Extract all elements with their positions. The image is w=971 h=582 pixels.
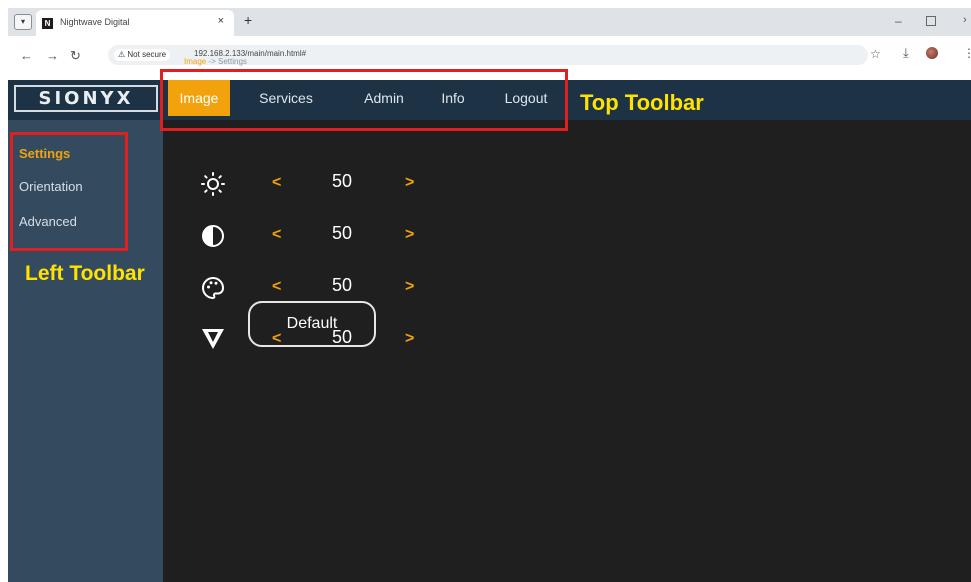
minimize-icon[interactable]: –	[895, 14, 902, 28]
brightness-decrease-button[interactable]: <	[272, 174, 281, 192]
site-favicon-icon: N	[42, 18, 53, 29]
bookmark-star-icon[interactable]: ☆	[870, 47, 881, 61]
reload-icon[interactable]: ↻	[70, 48, 81, 64]
contrast-increase-button[interactable]: >	[405, 226, 414, 244]
brightness-value: 50	[331, 171, 353, 191]
palette-increase-button[interactable]: >	[405, 278, 414, 296]
breadcrumb-settings: Settings	[218, 57, 247, 66]
forward-icon[interactable]: →	[46, 48, 59, 63]
gamma-increase-button[interactable]: >	[405, 330, 414, 348]
browser-tab-strip: ▾ N Nightwave Digital × + – ›	[8, 8, 971, 36]
sionyx-logo: SIONYX	[14, 85, 158, 112]
top-toolbar-annotation-box	[160, 69, 568, 131]
palette-decrease-button[interactable]: <	[272, 278, 281, 296]
gamma-icon	[202, 329, 224, 349]
brightness-increase-button[interactable]: >	[405, 174, 414, 192]
download-icon[interactable]: ⤓	[903, 45, 909, 61]
contrast-icon	[202, 225, 224, 247]
tab-search-dropdown[interactable]: ▾	[14, 14, 32, 30]
maximize-icon[interactable]	[926, 16, 936, 26]
contrast-decrease-button[interactable]: <	[272, 226, 281, 244]
default-button[interactable]: Default	[248, 301, 376, 347]
brightness-icon	[201, 172, 225, 196]
left-toolbar-annotation-label: Left Toolbar	[25, 262, 145, 285]
tab-title: Nightwave Digital	[60, 17, 130, 27]
window-more-icon[interactable]: ›	[963, 14, 967, 26]
tab-close-icon[interactable]: ×	[218, 15, 224, 27]
left-toolbar-annotation-box	[10, 132, 128, 251]
profile-avatar-icon[interactable]	[926, 47, 938, 59]
new-tab-button[interactable]: +	[244, 12, 252, 28]
browser-menu-icon[interactable]: ⋮	[963, 46, 971, 60]
breadcrumb-separator: ->	[206, 57, 219, 66]
back-icon[interactable]: ←	[20, 48, 33, 63]
sionyx-app: SIONYX Image Services Admin Info Logout …	[8, 80, 971, 582]
top-toolbar-annotation-label: Top Toolbar	[580, 90, 704, 115]
palette-value: 50	[331, 275, 353, 295]
not-secure-badge[interactable]: ⚠ Not secure	[114, 49, 171, 61]
contrast-value: 50	[331, 223, 353, 243]
color-palette-icon	[201, 276, 225, 300]
browser-tab[interactable]: N Nightwave Digital ×	[36, 10, 234, 36]
breadcrumb: Image -> Settings	[184, 57, 247, 66]
breadcrumb-image[interactable]: Image	[184, 57, 206, 66]
